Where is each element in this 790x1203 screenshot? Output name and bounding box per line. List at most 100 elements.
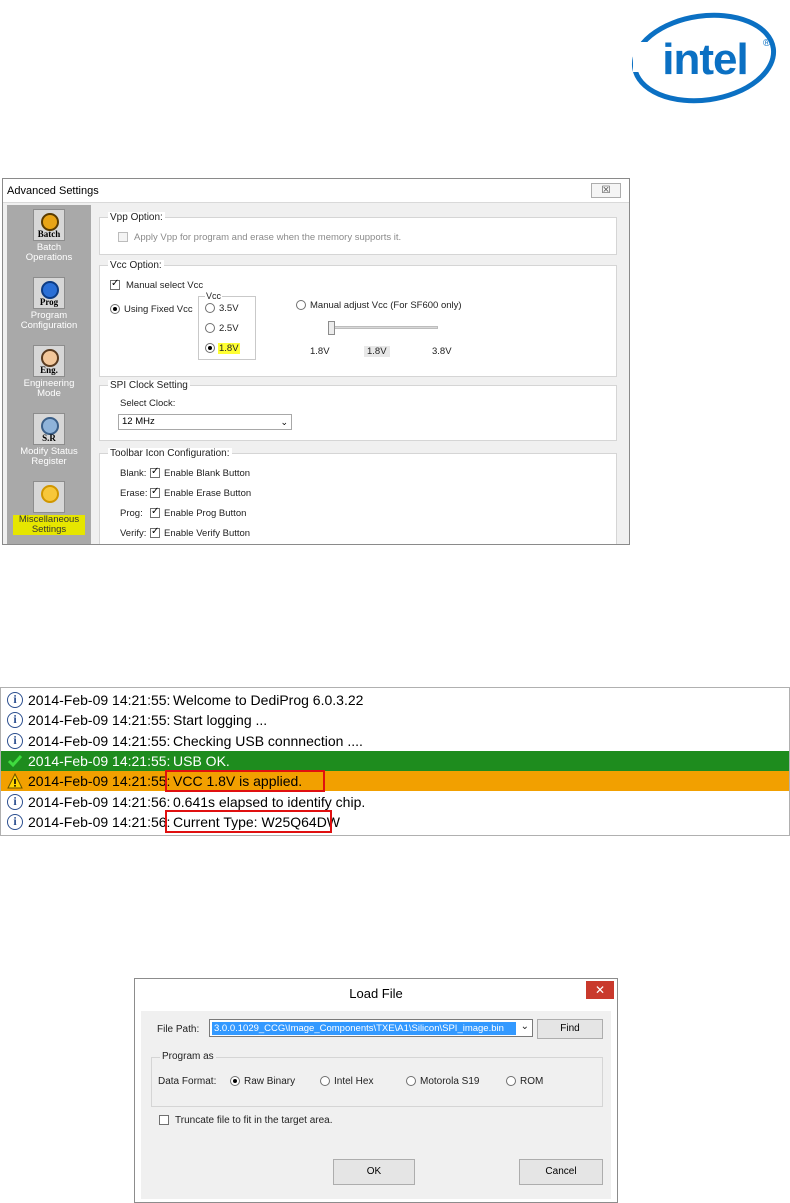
misc-settings-icon [33,481,65,513]
find-button[interactable]: Find [537,1019,603,1039]
svg-text:intel: intel [662,35,747,84]
vcc-radio-2-5[interactable] [205,323,215,334]
manual-adjust-vcc-radio[interactable] [296,300,306,311]
log-message: 0.641s elapsed to identify chip. [173,794,366,810]
log-message: Welcome to DediProg 6.0.3.22 [173,692,364,708]
prog-key: Prog: [120,508,143,519]
blank-label: Enable Blank Button [164,468,251,479]
log-message: Checking USB connnection .... [173,733,363,749]
log-timestamp: 2014-Feb-09 14:21:55: [28,733,171,749]
truncate-checkbox[interactable] [159,1115,169,1126]
slider-value-label: 1.8V [364,346,390,357]
log-timestamp: 2014-Feb-09 14:21:56: [28,794,171,810]
erase-label: Enable Erase Button [164,488,252,499]
vcc-slider-thumb[interactable] [328,321,335,335]
settings-sidebar: Batch Batch Operations Prog Program Conf… [7,205,91,544]
format-label-motorola-s19: Motorola S19 [420,1076,480,1087]
format-label-rom: ROM [520,1076,544,1087]
using-fixed-vcc-label: Using Fixed Vcc [124,304,193,315]
close-button[interactable]: ✕ [586,981,614,999]
warning-icon [7,773,23,789]
info-icon: i [7,692,23,708]
cancel-button[interactable]: Cancel [519,1159,603,1185]
format-radio-rom[interactable] [506,1076,516,1087]
dialog-title: Load File [135,979,617,1009]
svg-text:®: ® [763,38,771,49]
ok-button[interactable]: OK [333,1159,415,1185]
window-titlebar: Advanced Settings ☒ [3,179,629,203]
log-panel: i 2014-Feb-09 14:21:55: Welcome to DediP… [0,687,790,836]
sidebar-item-misc-settings[interactable]: Miscellaneous Settings [7,481,91,535]
load-file-dialog: Load File ✕ File Path: 3.0.0.1029_CCG\Im… [134,978,618,1203]
info-icon: i [7,733,23,749]
checkmark-icon [7,755,23,768]
manual-select-vcc-label: Manual select Vcc [126,280,204,291]
sidebar-item-engineering[interactable]: Eng. Engineering Mode [7,345,91,399]
format-label-raw-binary: Raw Binary [244,1076,296,1087]
log-row: i 2014-Feb-09 14:21:55: Welcome to DediP… [1,690,789,710]
program-icon: Prog [33,277,65,309]
vpp-checkbox-label: Apply Vpp for program and erase when the… [134,232,402,243]
format-radio-motorola-s19[interactable] [406,1076,416,1087]
manual-adjust-vcc-label: Manual adjust Vcc (For SF600 only) [310,300,462,311]
format-radio-intel-hex[interactable] [320,1076,330,1087]
spi-legend: SPI Clock Setting [108,380,190,391]
log-row: i 2014-Feb-09 14:21:55: Start logging ..… [1,710,789,730]
using-fixed-vcc-radio[interactable] [110,304,120,315]
sidebar-item-program[interactable]: Prog Program Configuration [7,277,91,331]
log-message: USB OK. [173,753,230,769]
chevron-down-icon[interactable]: ⌄ [521,1021,529,1032]
batch-icon: Batch [33,209,65,241]
slider-max-label: 3.8V [432,346,452,357]
blank-checkbox[interactable] [150,466,160,479]
file-path-input[interactable]: 3.0.0.1029_CCG\Image_Components\TXE\A1\S… [209,1019,533,1037]
info-icon: i [7,814,23,830]
vcc-label-2-5: 2.5V [219,323,239,334]
vcc-radio-1-8[interactable] [205,343,215,354]
data-format-label: Data Format: [158,1076,217,1087]
settings-content: Vpp Option: Apply Vpp for program and er… [95,205,627,544]
blank-key: Blank: [120,468,147,479]
vcc-legend: Vcc Option: [108,260,164,271]
clock-select-value: 12 MHz [122,416,155,427]
format-radio-raw-binary[interactable] [230,1076,240,1087]
log-timestamp: 2014-Feb-09 14:21:55: [28,753,171,769]
manual-select-vcc-checkbox[interactable] [110,278,120,291]
slider-min-label: 1.8V [310,346,330,357]
prog-checkbox[interactable] [150,506,160,519]
clock-select[interactable]: 12 MHz ⌄ [118,414,292,430]
vcc-label-1-8: 1.8V [218,343,240,354]
intel-logo: intel ® [631,12,777,104]
log-timestamp: 2014-Feb-09 14:21:55: [28,692,171,708]
file-path-label: File Path: [157,1024,200,1035]
chevron-down-icon: ⌄ [280,417,288,427]
log-message: Start logging ... [173,712,268,728]
window-title: Advanced Settings [7,185,99,197]
program-as-group: Program as Data Format: Raw Binary Intel… [151,1051,603,1107]
select-clock-label: Select Clock: [120,398,176,409]
engineering-icon: Eng. [33,345,65,377]
vpp-legend: Vpp Option: [108,212,165,223]
log-timestamp: 2014-Feb-09 14:21:55: [28,773,171,789]
log-row: i 2014-Feb-09 14:21:55: Checking USB con… [1,731,789,751]
vcc-voltage-box: Vcc 3.5V 2.5V 1.8V [198,291,256,360]
status-register-icon: S.R [33,413,65,445]
log-row: i 2014-Feb-09 14:21:56: Current Type: W2… [1,812,789,832]
log-timestamp: 2014-Feb-09 14:21:56: [28,814,171,830]
verify-key: Verify: [120,528,147,539]
sidebar-item-batch[interactable]: Batch Batch Operations [7,209,91,263]
close-button[interactable]: ☒ [591,183,621,198]
sidebar-item-status-register[interactable]: S.R Modify Status Register [7,413,91,467]
truncate-label: Truncate file to fit in the target area. [175,1115,333,1126]
vcc-label-3-5: 3.5V [219,303,239,314]
program-as-legend: Program as [160,1051,216,1062]
vcc-radio-3-5[interactable] [205,303,215,314]
vcc-box-label: Vcc [205,291,223,301]
verify-checkbox[interactable] [150,526,160,539]
prog-label: Enable Prog Button [164,508,247,519]
vcc-option-group: Vcc Option: Manual select Vcc Using Fixe… [99,260,617,377]
log-timestamp: 2014-Feb-09 14:21:55: [28,712,171,728]
vpp-checkbox[interactable] [118,232,128,243]
erase-checkbox[interactable] [150,486,160,499]
highlight-box-vcc [165,770,325,792]
